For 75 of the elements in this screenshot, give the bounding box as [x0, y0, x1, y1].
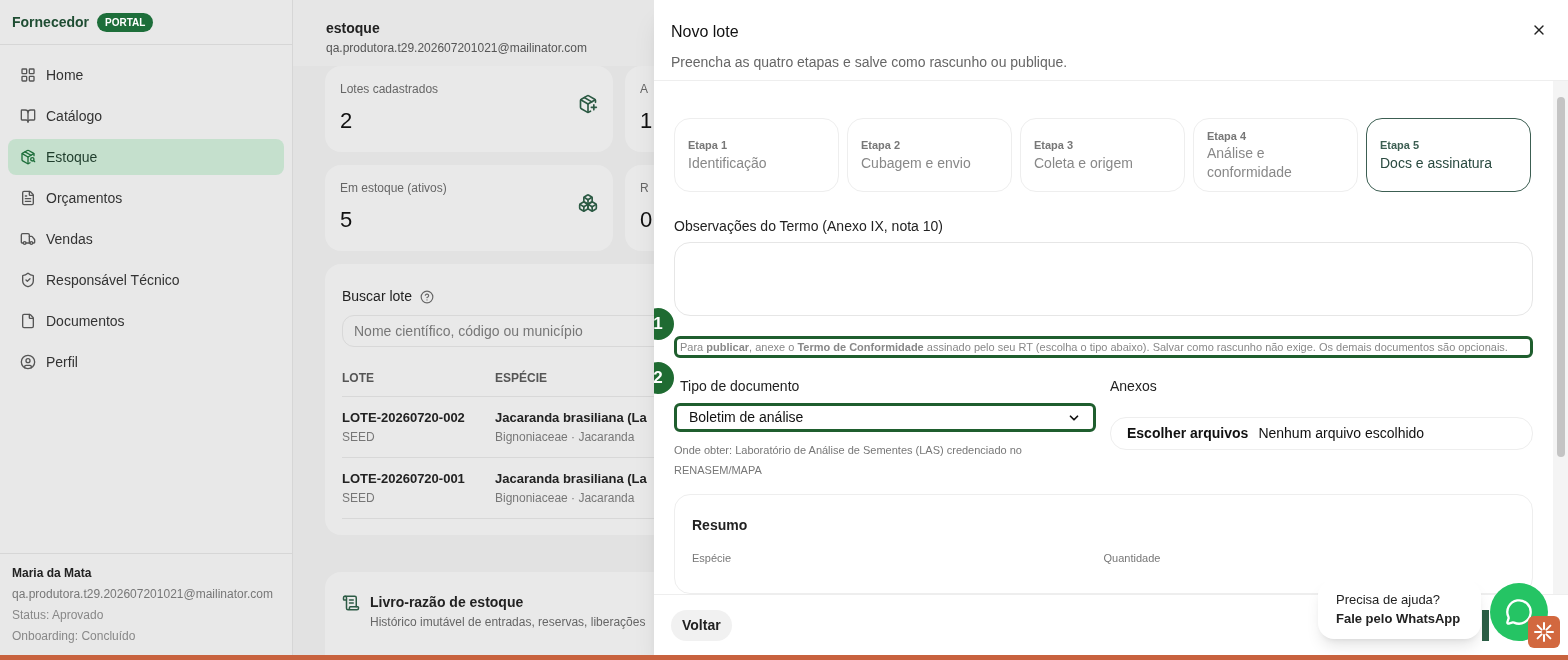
shield-icon: [20, 272, 36, 288]
user-name: Maria da Mata: [12, 565, 93, 582]
lot-code: LOTE-20260720-001: [342, 470, 466, 489]
stat-value: 2: [340, 107, 354, 135]
chat-icon: [1505, 598, 1533, 626]
boxes-icon: [578, 193, 598, 213]
header-email: qa.produtora.t29.202607201021@mailinator.com: [326, 40, 589, 57]
column-header: ESPÉCIE: [495, 369, 548, 387]
notes-label: Observações do Termo (Anexo IX, nota 10): [674, 217, 944, 236]
species-name: Jacaranda brasiliana (La: [495, 470, 647, 489]
ledger-subtitle: Histórico imutável de entradas, reservas, liberações: [370, 614, 646, 631]
brand-name: Fornecedor: [12, 12, 89, 32]
package-icon: [20, 149, 36, 165]
search-label: Buscar lote: [342, 287, 413, 306]
sparkle-icon: [1533, 621, 1555, 643]
doc-type-hint: Onde obter: Laboratório de Análise de Sementes (LAS) credenciado no RENASEM/MAPA: [674, 443, 1023, 478]
lot-type: SEED: [342, 428, 376, 446]
sidebar-item[interactable]: Responsável Técnico: [8, 262, 284, 298]
sidebar-item[interactable]: Home: [8, 57, 284, 93]
help-bubble[interactable]: Precisa de ajuda? Fale pelo WhatsApp: [1318, 579, 1481, 639]
package-plus-icon: [578, 94, 598, 114]
stat-label: Lotes cadastrados: [340, 81, 439, 98]
publish-notice: Para publicar, anexe o Termo de Conformidade assinado pelo seu RT (escolha o tipo abaixo). Salvar como rascunho não exige. Os demais documentos são opcionais.: [680, 340, 1509, 354]
modal-title: Novo lote: [671, 22, 740, 42]
lot-type: SEED: [342, 489, 376, 507]
annotation-marker: 2: [654, 360, 676, 396]
species-name: Jacaranda brasiliana (La: [495, 409, 647, 428]
ledger-title: Livro-razão de estoque: [370, 593, 525, 612]
attachments-label: Anexos: [1110, 377, 1158, 396]
sidebar-item[interactable]: Catálogo: [8, 98, 284, 134]
doc-type-select[interactable]: Boletim de análise: [674, 403, 1096, 432]
scrollbar[interactable]: [1553, 81, 1568, 594]
truck-icon: [20, 231, 36, 247]
stat-value: 5: [340, 206, 354, 234]
summary-title: Resumo: [692, 516, 749, 535]
step-tab[interactable]: Etapa 4 Análise e conformidade: [1193, 118, 1358, 192]
stat-label: Em estoque (ativos): [340, 180, 447, 197]
user-icon: [20, 354, 36, 370]
doc-type-label: Tipo de documento: [679, 377, 801, 396]
modal-subtitle: Preencha as quatro etapas e salve como rascunho ou publique.: [671, 53, 1068, 72]
sparkle-badge[interactable]: [1528, 616, 1560, 648]
help-icon: [420, 289, 435, 304]
file-icon: [20, 313, 36, 329]
sidebar-item[interactable]: Orçamentos: [8, 180, 284, 216]
stat-label: R: [640, 180, 650, 197]
species-family: Bignoniaceae · Jacaranda: [495, 428, 636, 446]
species-family: Bignoniaceae · Jacaranda: [495, 489, 636, 507]
book-icon: [20, 108, 36, 124]
sidebar-item[interactable]: Estoque: [8, 139, 284, 175]
onboarding-status: Onboarding: Concluído: [12, 628, 137, 645]
step-tab[interactable]: Etapa 2 Cubagem e envio: [847, 118, 1012, 192]
stat-label: A: [640, 81, 649, 98]
sidebar-item[interactable]: Documentos: [8, 303, 284, 339]
column-header: LOTE: [342, 370, 375, 387]
sidebar-item[interactable]: Perfil: [8, 344, 284, 380]
grid-icon: [20, 67, 36, 83]
summary-field-label: Espécie: [692, 551, 733, 566]
file-input[interactable]: Escolher arquivos Nenhum arquivo escolhido: [1110, 417, 1533, 450]
back-button[interactable]: Voltar: [671, 609, 732, 641]
user-status: Status: Aprovado: [12, 607, 105, 624]
step-tab[interactable]: Etapa 5 Docs e assinatura: [1366, 118, 1531, 192]
sidebar-item[interactable]: Vendas: [8, 221, 284, 257]
user-email: qa.produtora.t29.202607201021@mailinator.com: [12, 586, 275, 603]
step-tab[interactable]: Etapa 3 Coleta e origem: [1020, 118, 1185, 192]
stat-value: 0: [640, 206, 653, 234]
page-title: estoque: [326, 19, 381, 38]
summary-field-label: Quantidade: [1103, 551, 1162, 566]
stat-value: 1: [640, 107, 653, 135]
annotation-marker: 1: [654, 306, 676, 342]
document-icon: [20, 190, 36, 206]
portal-badge: PORTAL: [97, 12, 154, 32]
scroll-icon: [342, 594, 360, 612]
step-tab[interactable]: Etapa 1 Identificação: [674, 118, 839, 192]
publish-button[interactable]: [1482, 609, 1489, 641]
lot-code: LOTE-20260720-002: [342, 409, 466, 428]
